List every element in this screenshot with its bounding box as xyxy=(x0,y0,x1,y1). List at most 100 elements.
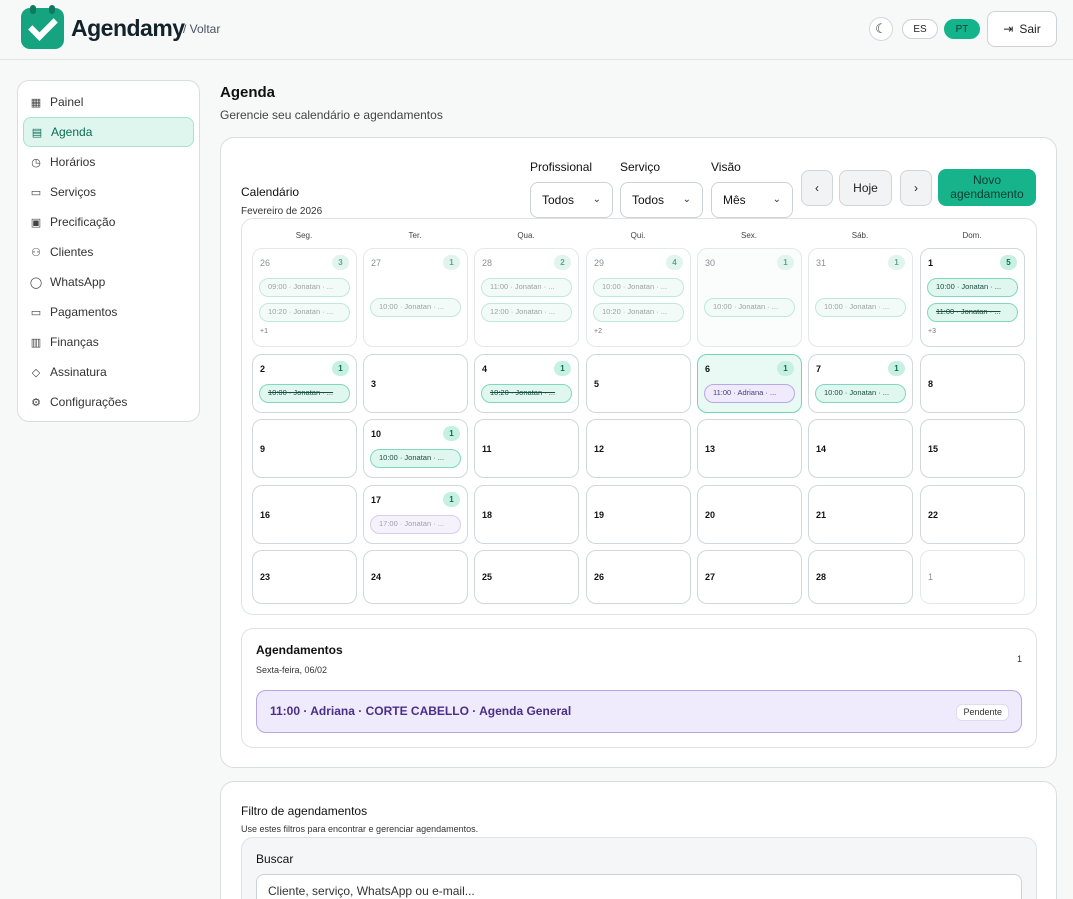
credit-card-icon: ▭ xyxy=(30,306,42,319)
calendar-day-cell[interactable]: 22 xyxy=(920,485,1025,544)
sidebar-item-precificacao[interactable]: ▣ Precificação xyxy=(23,207,194,237)
calendar-day-cell[interactable]: 12 xyxy=(586,419,691,478)
calendar-event-pill[interactable]: 11:00 · Adriana · ... xyxy=(704,384,795,403)
day-number: 15 xyxy=(928,444,939,454)
calendar-day-cell[interactable]: 30 1 10:00 · Jonatan · ... xyxy=(697,248,802,347)
calendar-event-pill[interactable]: 10:00 · Jonatan · ... xyxy=(927,278,1018,297)
calendar-event-pill[interactable]: 10:00 · Jonatan · ... xyxy=(815,298,906,317)
calendar-day-cell[interactable]: 15 xyxy=(920,419,1025,478)
calendar-day-cell[interactable]: 25 xyxy=(474,550,579,604)
calendar-day-cell[interactable]: 14 xyxy=(808,419,913,478)
logout-button[interactable]: ⇥ Sair xyxy=(987,11,1057,47)
event-count-badge: 3 xyxy=(332,255,349,270)
calendar-day-cell[interactable]: 21 xyxy=(808,485,913,544)
calendar-day-cell[interactable]: 31 1 10:00 · Jonatan · ... xyxy=(808,248,913,347)
calendar-day-cell[interactable]: 24 xyxy=(363,550,468,604)
event-count-badge: 5 xyxy=(1000,255,1017,270)
calendar-day-cell[interactable]: 6 1 11:00 · Adriana · ... xyxy=(697,354,802,413)
calendar-event-pill[interactable]: 10:00 · Jonatan · ... xyxy=(370,449,461,468)
calendar-day-cell[interactable]: 23 xyxy=(252,550,357,604)
sidebar-item-whatsapp[interactable]: ◯ WhatsApp xyxy=(23,267,194,297)
event-label: 11:00 · Adriana · ... xyxy=(713,388,777,397)
calendar-event-pill[interactable]: 12:00 · Jonatan · ... xyxy=(481,303,572,322)
calendar-event-pill[interactable]: 17:00 · Jonatan · ... xyxy=(370,515,461,534)
view-select[interactable]: Mês ⌄ xyxy=(711,182,793,218)
calendar-event-pill[interactable]: 10:00 · Jonatan · ... xyxy=(593,278,684,297)
sidebar-item-painel[interactable]: ▦ Painel xyxy=(23,87,194,117)
calendar-day-cell[interactable]: 19 xyxy=(586,485,691,544)
back-link[interactable]: / Voltar xyxy=(183,22,220,36)
language-es-button[interactable]: ES xyxy=(902,19,938,39)
calendar-day-cell[interactable]: 7 1 10:00 · Jonatan · ... xyxy=(808,354,913,413)
calendar-day-cell[interactable]: 3 xyxy=(363,354,468,413)
appointment-summary: 11:00 · Adriana · CORTE CABELLO · Agenda… xyxy=(270,704,572,718)
calendar-day-cell[interactable]: 1 xyxy=(920,550,1025,604)
calendar-event-pill[interactable]: 10:00 · Jonatan · ... xyxy=(370,298,461,317)
calendar-event-pill[interactable]: 11:00 · Jonatan · ... xyxy=(927,303,1018,322)
weekday-header: Seg. xyxy=(295,231,313,240)
calendar-day-cell[interactable]: 27 1 10:00 · Jonatan · ... xyxy=(363,248,468,347)
brand-logo-icon[interactable] xyxy=(21,5,64,49)
day-number: 29 xyxy=(594,258,605,268)
calendar-day-cell[interactable]: 26 3 09:00 · Jonatan · ... 10:20 · Jonatan … xyxy=(252,248,357,347)
sidebar-item-assinatura[interactable]: ◇ Assinatura xyxy=(23,357,194,387)
weekday-header: Ter. xyxy=(408,231,422,240)
calendar-day-cell[interactable]: 4 1 10:20 · Jonatan · ... xyxy=(474,354,579,413)
sidebar-item-financas[interactable]: ▥ Finanças xyxy=(23,327,194,357)
calendar-event-pill[interactable]: 10:00 · Jonatan · ... xyxy=(259,384,350,403)
language-pt-button[interactable]: PT xyxy=(944,19,980,39)
calendar-event-pill[interactable]: 10:20 · Jonatan · ... xyxy=(481,384,572,403)
calendar-event-pill[interactable]: 10:00 · Jonatan · ... xyxy=(815,384,906,403)
next-month-button[interactable]: › xyxy=(900,170,932,206)
day-number: 24 xyxy=(371,572,382,582)
today-button[interactable]: Hoje xyxy=(839,170,892,206)
professional-select[interactable]: Todos ⌄ xyxy=(530,182,613,218)
calendar-day-cell[interactable]: 13 xyxy=(697,419,802,478)
calendar-day-cell[interactable]: 10 1 10:00 · Jonatan · ... xyxy=(363,419,468,478)
calendar-day-cell[interactable]: 18 xyxy=(474,485,579,544)
page-title: Agenda xyxy=(220,84,276,101)
sidebar-item-servicos[interactable]: ▭ Serviços xyxy=(23,177,194,207)
service-select[interactable]: Todos ⌄ xyxy=(620,182,703,218)
new-appointment-button[interactable]: Novo agendamento xyxy=(938,169,1036,206)
previous-month-button[interactable]: ‹ xyxy=(801,170,833,206)
calendar-day-cell[interactable]: 26 xyxy=(586,550,691,604)
calendar-event-pill[interactable]: 10:20 · Jonatan · ... xyxy=(593,303,684,322)
calendar-day-cell[interactable]: 28 2 11:00 · Jonatan · ... 12:00 · Jonatan … xyxy=(474,248,579,347)
calendar-day-cell[interactable]: 17 1 17:00 · Jonatan · ... xyxy=(363,485,468,544)
sidebar-item-agenda[interactable]: ▤ Agenda xyxy=(23,117,194,147)
calendar-day-cell[interactable]: 29 4 10:00 · Jonatan · ... 10:20 · Jonatan … xyxy=(586,248,691,347)
sidebar-item-horarios[interactable]: ◷ Horários xyxy=(23,147,194,177)
sidebar-item-clientes[interactable]: ⚇ Clientes xyxy=(23,237,194,267)
more-events-label[interactable]: +1 xyxy=(260,328,268,335)
appointment-item[interactable]: 11:00 · Adriana · CORTE CABELLO · Agenda… xyxy=(256,690,1022,733)
day-number: 30 xyxy=(705,258,716,268)
more-events-label[interactable]: +2 xyxy=(594,328,602,335)
event-count-badge: 1 xyxy=(332,361,349,376)
brand-name[interactable]: Agendamy xyxy=(71,15,185,42)
day-number: 2 xyxy=(260,364,266,374)
calendar-day-cell[interactable]: 11 xyxy=(474,419,579,478)
calendar-event-pill[interactable]: 10:20 · Jonatan · ... xyxy=(259,303,350,322)
view-filter-label: Visão xyxy=(711,160,741,174)
search-input[interactable] xyxy=(256,874,1022,899)
calendar-day-cell[interactable]: 1 5 10:00 · Jonatan · ... 11:00 · Jonatan ·… xyxy=(920,248,1025,347)
more-events-label[interactable]: +3 xyxy=(928,328,936,335)
day-number: 7 xyxy=(816,364,822,374)
calendar-event-pill[interactable]: 11:00 · Jonatan · ... xyxy=(481,278,572,297)
calendar-day-cell[interactable]: 16 xyxy=(252,485,357,544)
calendar-event-pill[interactable]: 10:00 · Jonatan · ... xyxy=(704,298,795,317)
calendar-day-cell[interactable]: 8 xyxy=(920,354,1025,413)
sidebar-item-pagamentos[interactable]: ▭ Pagamentos xyxy=(23,297,194,327)
theme-toggle-button[interactable]: ☾ xyxy=(869,17,893,41)
calendar-day-cell[interactable]: 27 xyxy=(697,550,802,604)
calendar-day-cell[interactable]: 9 xyxy=(252,419,357,478)
calendar-day-cell[interactable]: 28 xyxy=(808,550,913,604)
calendar-event-pill[interactable]: 09:00 · Jonatan · ... xyxy=(259,278,350,297)
day-number: 19 xyxy=(594,510,605,520)
sidebar-item-configuracoes[interactable]: ⚙ Configurações xyxy=(23,387,194,417)
calendar-day-cell[interactable]: 20 xyxy=(697,485,802,544)
calendar-day-cell[interactable]: 5 xyxy=(586,354,691,413)
calendar-day-cell[interactable]: 2 1 10:00 · Jonatan · ... xyxy=(252,354,357,413)
event-label: 10:00 · Jonatan · ... xyxy=(268,388,334,397)
